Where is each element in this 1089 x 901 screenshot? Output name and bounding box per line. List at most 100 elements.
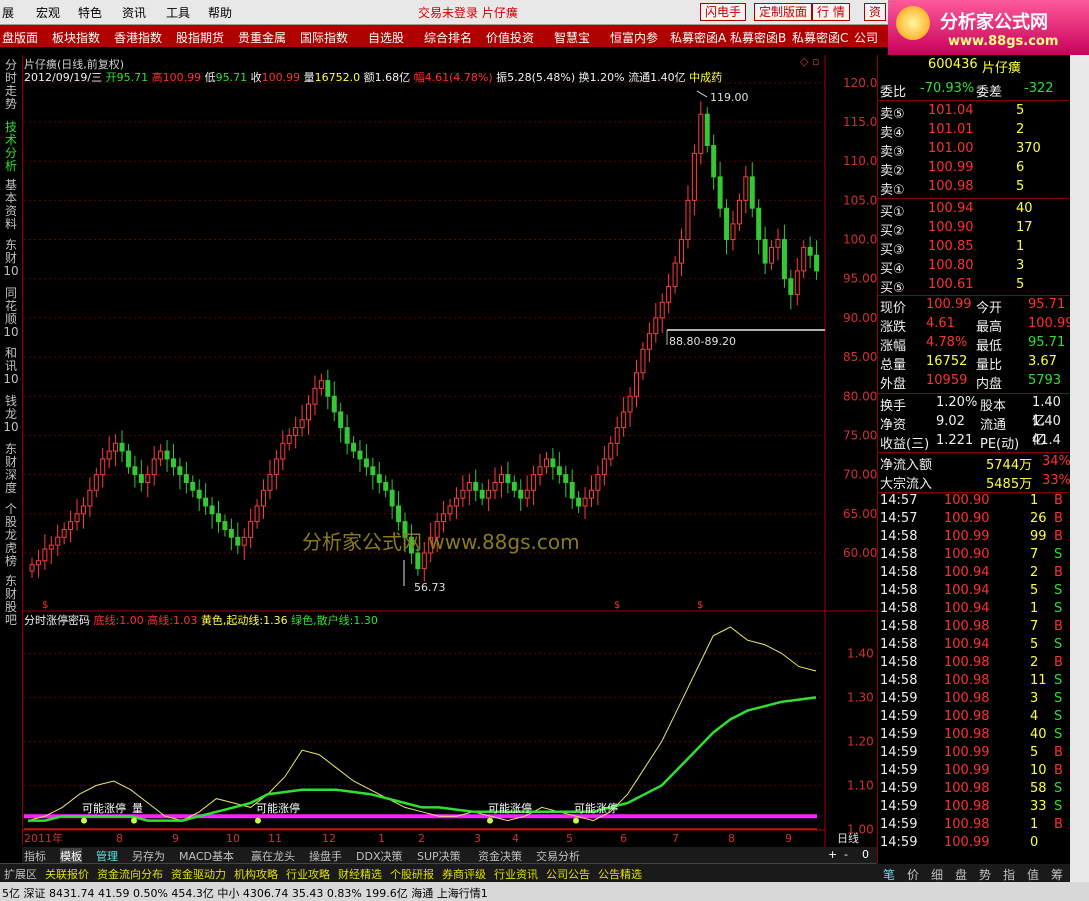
- side-tab-5[interactable]: 和讯10: [3, 347, 19, 386]
- side-tab-6[interactable]: 钱龙10: [3, 395, 19, 434]
- nav-item-6[interactable]: 自选股: [368, 29, 404, 46]
- side-tab-0[interactable]: 分时走势: [3, 59, 19, 111]
- menu-item-tools[interactable]: 工具: [166, 4, 190, 21]
- extension-tab-5[interactable]: 行业攻略: [286, 866, 330, 882]
- x-axis-label: 9: [172, 832, 179, 845]
- side-tab-1[interactable]: 技术分析: [3, 121, 19, 173]
- stat-row: 涨跌 4.61 最高 100.99: [880, 316, 1074, 335]
- side-tab-2[interactable]: 基本资料: [3, 179, 19, 231]
- nav-item-11[interactable]: 私募密函A: [670, 29, 726, 46]
- tick-direction: S: [1054, 709, 1063, 724]
- menu-item-help[interactable]: 帮助: [208, 4, 232, 21]
- stat2-value: 1.20%: [936, 395, 978, 410]
- extension-tab-7[interactable]: 个股研报: [390, 866, 434, 882]
- info-low: 95.71: [215, 71, 248, 84]
- candle-body: [569, 481, 575, 499]
- tick-direction: B: [1054, 565, 1063, 580]
- nav-item-7[interactable]: 综合排名: [424, 29, 472, 46]
- info-amount-label: 额: [363, 71, 375, 84]
- info-amount: 1.68亿: [374, 71, 411, 84]
- indicator-tab-10[interactable]: 交易分析: [536, 848, 580, 864]
- tick-direction: B: [1054, 745, 1063, 760]
- zoom-in-button[interactable]: +: [828, 848, 837, 861]
- indicator-tab-1[interactable]: 模板: [60, 848, 82, 864]
- stat2-label-2: 流通: [980, 418, 1007, 433]
- indicator-tab-0[interactable]: 指标: [24, 848, 46, 864]
- stat-value-2: 95.71: [1028, 335, 1066, 350]
- side-tab-4[interactable]: 同花顺10: [3, 287, 19, 339]
- zoom-reset-button[interactable]: 0: [862, 848, 869, 861]
- extension-tabs: 扩展区 关联报价 资金流向分布 资金驱动力 机构攻略 行业攻略 财经精选 个股研报 券商评级 行业…: [0, 863, 877, 882]
- detail-tab-1[interactable]: 价: [907, 866, 919, 883]
- candle-body: [646, 333, 652, 350]
- menu-item-featured[interactable]: 特色: [78, 4, 102, 21]
- extension-tab-0[interactable]: 扩展区: [4, 866, 37, 882]
- nav-item-2[interactable]: 香港指数: [114, 29, 162, 46]
- zoom-out-button[interactable]: -: [844, 848, 848, 861]
- extension-tab-6[interactable]: 财经精选: [338, 866, 382, 882]
- chart-window-icon[interactable]: ◇ ▫: [800, 55, 819, 68]
- nav-item-3[interactable]: 股指期货: [176, 29, 224, 46]
- extension-tab-11[interactable]: 公告精选: [598, 866, 642, 882]
- detail-tab-4[interactable]: 势: [979, 866, 991, 883]
- candle-body: [209, 505, 215, 515]
- indicator-tab-3[interactable]: 另存为: [132, 848, 165, 864]
- chart-canvas[interactable]: 120.00 115.00 110.00 105.00 100.0 95.00 90.00 8…: [22, 55, 877, 847]
- extension-tab-1[interactable]: 关联报价: [45, 866, 89, 882]
- nav-item-12[interactable]: 私募密函B: [730, 29, 786, 46]
- nav-item-5[interactable]: 国际指数: [300, 29, 348, 46]
- side-tab-9[interactable]: 东财股吧: [3, 575, 19, 627]
- side-tab-3[interactable]: 东财10: [3, 239, 19, 278]
- extension-tab-3[interactable]: 资金驱动力: [171, 866, 226, 882]
- menu-item-info[interactable]: 资讯: [122, 4, 146, 21]
- indicator-tab-9[interactable]: 资金决策: [478, 848, 522, 864]
- tick-row: 14:59 100.98 40 S: [880, 727, 1070, 745]
- nav-item-13[interactable]: 私募密函C: [792, 29, 848, 46]
- nav-item-14[interactable]: 公司: [854, 29, 878, 46]
- candle-body: [653, 317, 659, 335]
- info-open: 95.71: [116, 71, 149, 84]
- stock-header: 600436 片仔癀: [880, 57, 1070, 76]
- extension-tab-2[interactable]: 资金流向分布: [97, 866, 163, 882]
- side-tab-8[interactable]: 个股龙虎榜: [3, 503, 19, 568]
- detail-tab-7[interactable]: 筹: [1051, 866, 1063, 883]
- side-tab-7[interactable]: 东财深度: [3, 443, 19, 495]
- detail-tab-0[interactable]: 笔: [883, 866, 895, 883]
- nav-item-0[interactable]: 盘版面: [2, 29, 38, 46]
- detail-tab-6[interactable]: 值: [1027, 866, 1039, 883]
- nav-item-9[interactable]: 智慧宝: [554, 29, 590, 46]
- indicator-tab-6[interactable]: 操盘手: [309, 848, 342, 864]
- extension-tab-4[interactable]: 机构攻略: [234, 866, 278, 882]
- info-button[interactable]: 资: [864, 3, 887, 21]
- flash-trade-button[interactable]: 闪电手: [700, 3, 747, 21]
- buy-label: 买①: [880, 205, 905, 220]
- x-axis-label: 5: [566, 832, 573, 845]
- detail-tab-2[interactable]: 细: [931, 866, 943, 883]
- menu-item-expand[interactable]: 展: [2, 4, 14, 21]
- candle-body: [781, 239, 787, 280]
- indicator-tab-5[interactable]: 赢在龙头: [251, 848, 295, 864]
- nav-item-8[interactable]: 价值投资: [486, 29, 534, 46]
- sell-volume: 5: [1016, 103, 1025, 118]
- extension-tab-9[interactable]: 行业资讯: [494, 866, 538, 882]
- sell-label: 卖③: [880, 145, 905, 160]
- indicator-tab-4[interactable]: MACD基本: [179, 848, 234, 864]
- nav-item-10[interactable]: 恒富内参: [610, 29, 658, 46]
- candle-body: [286, 434, 292, 444]
- indicator-tab-8[interactable]: SUP决策: [417, 848, 461, 864]
- indicator-tab-7[interactable]: DDX决策: [356, 848, 402, 864]
- quote-button[interactable]: 行 情: [812, 3, 850, 21]
- indicator-tab-2[interactable]: 管理: [96, 848, 118, 864]
- nav-item-1[interactable]: 板块指数: [52, 29, 100, 46]
- nav-item-4[interactable]: 贵重金属: [238, 29, 286, 46]
- menu-item-macro[interactable]: 宏观: [36, 4, 60, 21]
- extension-tab-10[interactable]: 公司公告: [546, 866, 590, 882]
- right-scroll-strip[interactable]: [1070, 55, 1089, 882]
- candle-body: [672, 262, 678, 288]
- detail-tab-5[interactable]: 指: [1003, 866, 1015, 883]
- detail-tab-3[interactable]: 盘: [955, 866, 967, 883]
- sell-label: 卖⑤: [880, 107, 905, 122]
- info-close-label: 收: [250, 71, 262, 84]
- extension-tab-8[interactable]: 券商评级: [442, 866, 486, 882]
- custom-layout-button[interactable]: 定制版面: [754, 3, 813, 21]
